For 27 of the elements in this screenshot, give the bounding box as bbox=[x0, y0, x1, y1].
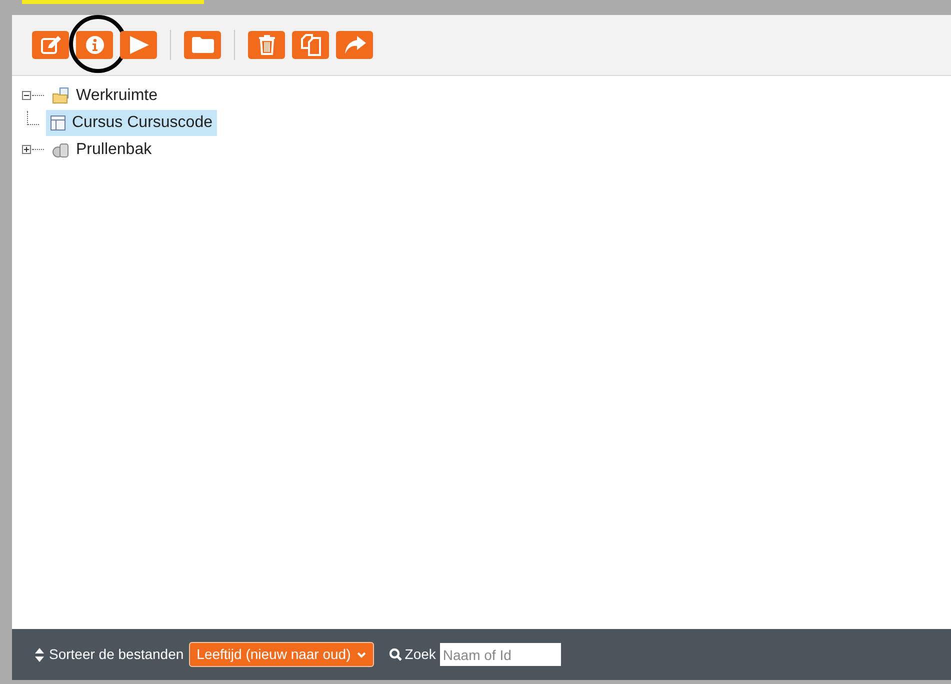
copy-button[interactable] bbox=[292, 31, 329, 59]
search-field[interactable]: Naam of Id bbox=[440, 643, 561, 666]
info-button[interactable] bbox=[76, 31, 113, 59]
tree-item[interactable]: Cursus Cursuscode bbox=[46, 110, 216, 136]
tree-item[interactable]: Prullenbak bbox=[48, 136, 156, 162]
collapse-toggle-icon[interactable] bbox=[22, 91, 31, 100]
search-icon bbox=[388, 648, 402, 661]
share-arrow-icon bbox=[342, 35, 366, 55]
tree-item[interactable]: Werkruimte bbox=[48, 82, 162, 108]
pencil-edit-icon bbox=[40, 35, 62, 55]
trash-icon bbox=[258, 35, 276, 55]
chevron-down-icon bbox=[356, 652, 366, 658]
play-button[interactable] bbox=[120, 31, 157, 59]
copy-icon bbox=[300, 34, 322, 56]
trash-button[interactable] bbox=[248, 31, 285, 59]
sort-icon bbox=[35, 648, 44, 662]
search-label: Zoek bbox=[404, 645, 436, 664]
edit-button[interactable] bbox=[32, 31, 69, 59]
expand-toggle-icon[interactable] bbox=[22, 145, 31, 154]
folder-icon bbox=[190, 36, 214, 54]
info-icon bbox=[84, 35, 104, 55]
sort-label: Sorteer de bestanden bbox=[49, 645, 184, 664]
bin-icon bbox=[52, 142, 70, 158]
document-icon bbox=[50, 114, 66, 130]
folder-button[interactable] bbox=[184, 31, 221, 59]
share-button[interactable] bbox=[336, 31, 373, 59]
folder-icon bbox=[52, 86, 70, 104]
